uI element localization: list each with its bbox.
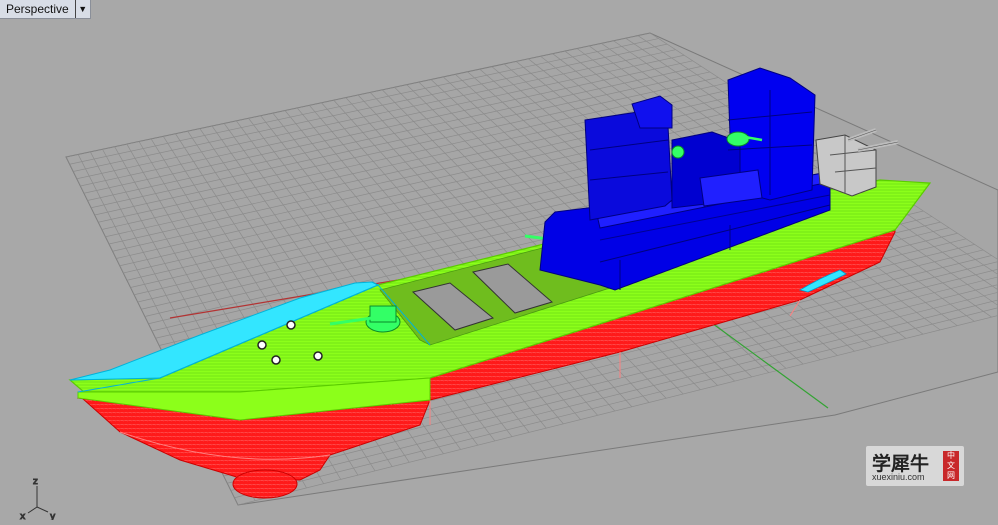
- watermark-site: xuexiniu.com: [872, 472, 925, 482]
- watermark-badge-char: 中: [943, 451, 959, 461]
- superstructure-turret-2[interactable]: [672, 146, 684, 158]
- viewport-name[interactable]: Perspective: [0, 0, 75, 18]
- watermark-badge-char: 文: [943, 461, 959, 471]
- axis-y-label: y: [50, 512, 56, 520]
- scene-canvas[interactable]: z y x: [0, 0, 998, 520]
- axis-z-label: z: [33, 477, 38, 487]
- perspective-viewport[interactable]: z y x Perspective ▼ 学犀牛 xuexiniu.com 中 文…: [0, 0, 998, 520]
- axis-x-label: x: [20, 512, 26, 520]
- bulbous-bow[interactable]: [233, 470, 297, 498]
- world-axis-indicator: z y x: [20, 477, 56, 520]
- viewport-title-tab[interactable]: Perspective ▼: [0, 0, 91, 19]
- watermark-badge-char: 网: [943, 471, 959, 481]
- watermark-badge: 中 文 网: [943, 451, 959, 481]
- watermark-logo: 学犀牛 xuexiniu.com 中 文 网: [866, 446, 964, 486]
- viewport-menu-dropdown-icon[interactable]: ▼: [75, 0, 90, 18]
